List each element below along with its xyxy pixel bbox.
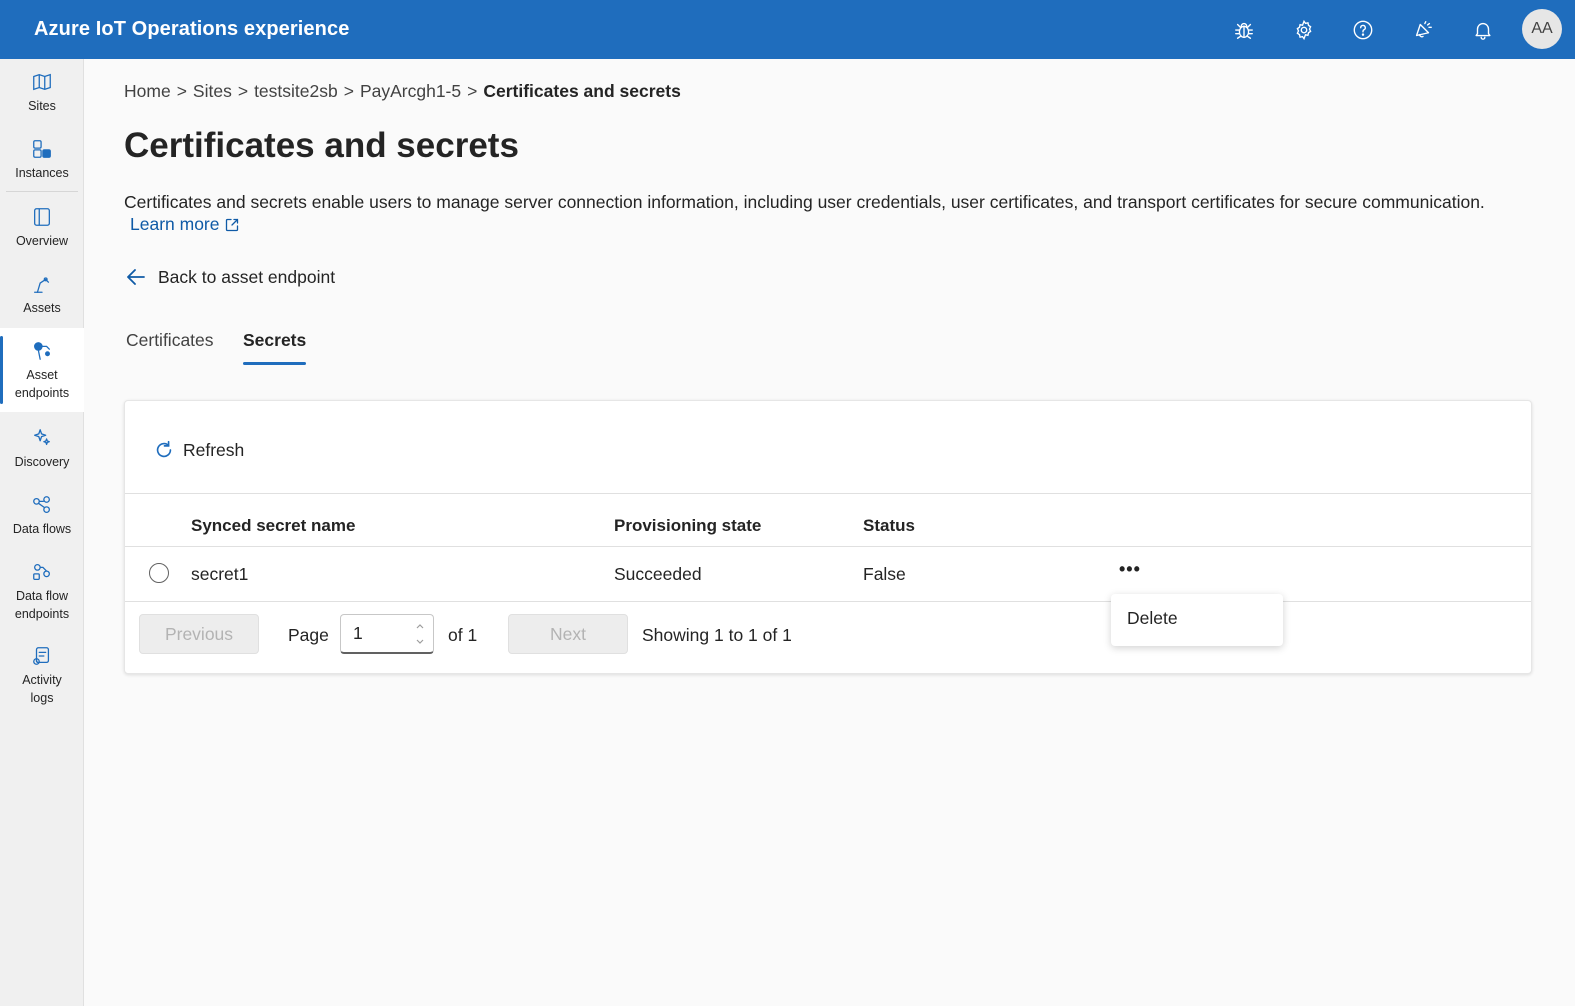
row-select-radio[interactable] [149,563,169,583]
sidebar-item-activity-logs[interactable]: Activity logs [0,645,84,715]
chevron-up-icon[interactable] [413,619,427,633]
column-header-status: Status [863,516,915,535]
toolbar-divider [125,493,1531,494]
breadcrumb: Home > Sites > testsite2sb > PayArcgh1-5 > Certi… [124,81,681,102]
breadcrumb-home[interactable]: Home [124,81,171,101]
breadcrumb-separator: > [237,81,249,101]
status-cell: False [863,564,906,584]
sidebar-item-asset-endpoints[interactable]: Asset endpoints [0,328,84,412]
asset-endpoints-icon [31,340,53,362]
bell-icon[interactable] [1467,14,1499,46]
breadcrumb-separator: > [343,81,354,101]
external-link-icon [225,218,238,231]
gear-icon[interactable] [1288,14,1320,46]
page-description: Certificates and secrets enable users to… [124,192,1485,212]
sidebar-item-label: Overview [15,234,69,248]
app-title: Azure IoT Operations experience [34,18,350,40]
top-bar: Azure IoT Operations experience AA [0,0,1575,59]
sidebar-divider [6,191,78,192]
breadcrumb-sites[interactable]: Sites [193,81,232,101]
row-context-menu: Delete [1111,594,1283,646]
sidebar-item-label: Activity logs [22,673,62,705]
help-icon[interactable] [1347,14,1379,46]
page-title: Certificates and secrets [124,126,519,165]
sidebar-item-label: Data flow endpoints [14,589,70,621]
page-total-label: of 1 [448,625,478,645]
tab-certificates[interactable]: Certificates [126,330,214,361]
next-button[interactable]: Next [508,614,628,654]
secrets-card: Refresh Synced secret name Provisioning … [124,400,1532,674]
tab-secrets[interactable]: Secrets [243,330,307,365]
back-link-label: Back to asset endpoint [158,266,336,287]
data-flow-endpoints-icon [31,561,53,583]
sidebar-item-label: Discovery [14,455,70,469]
page-label: Page [288,625,329,645]
breadcrumb-current: Certificates and secrets [483,81,681,101]
bug-icon[interactable] [1228,14,1260,46]
breadcrumb-separator: > [467,81,478,101]
learn-more-label: Learn more [130,214,220,234]
breadcrumb-separator: > [176,81,187,101]
provisioning-state-cell: Succeeded [614,564,702,584]
sidebar: Sites Instances Overview Assets Asset en… [0,59,84,1006]
sidebar-item-overview[interactable]: Overview [0,206,84,262]
refresh-button[interactable]: Refresh [153,439,244,461]
sidebar-item-label: Asset endpoints [14,368,70,400]
sidebar-item-label: Assets [23,301,61,315]
learn-more-link[interactable]: Learn more [130,214,240,235]
header-divider [125,546,1531,547]
assets-icon [31,273,53,295]
breadcrumb-endpoint[interactable]: PayArcgh1-5 [360,81,461,101]
sidebar-item-discovery[interactable]: Discovery [0,427,84,483]
more-actions-icon[interactable]: ••• [1119,559,1141,580]
previous-button[interactable]: Previous [139,614,259,654]
sidebar-item-label: Sites [28,99,56,113]
refresh-icon [156,440,172,458]
overview-icon [31,206,53,228]
announcement-icon[interactable] [1407,14,1439,46]
row-divider [125,601,1531,602]
delete-menu-item[interactable]: Delete [1127,608,1178,629]
secret-name-cell: secret1 [191,564,249,584]
sidebar-item-assets[interactable]: Assets [0,273,84,329]
refresh-label: Refresh [183,439,245,460]
chevron-down-icon[interactable] [413,635,427,649]
page-stepper [340,614,434,654]
instances-icon [31,138,53,160]
column-header-name: Synced secret name [191,516,356,535]
sidebar-item-label: Data flows [12,522,72,536]
sidebar-item-instances[interactable]: Instances [0,138,84,194]
page-number-input[interactable] [353,615,413,651]
data-flows-icon [31,494,53,516]
column-header-provisioning-state: Provisioning state [614,516,762,535]
sidebar-item-data-flow-endpoints[interactable]: Data flow endpoints [0,561,84,631]
avatar[interactable]: AA [1522,9,1562,49]
discovery-icon [31,427,53,449]
sites-icon [31,71,53,93]
showing-range-label: Showing 1 to 1 of 1 [642,625,792,645]
back-to-asset-endpoint-link[interactable]: Back to asset endpoint [124,265,335,289]
sidebar-item-data-flows[interactable]: Data flows [0,494,84,550]
sidebar-item-label: Instances [15,166,69,180]
arrow-left-icon [127,269,145,285]
sidebar-item-sites[interactable]: Sites [0,71,84,127]
activity-logs-icon [31,645,53,667]
breadcrumb-site[interactable]: testsite2sb [254,81,338,101]
